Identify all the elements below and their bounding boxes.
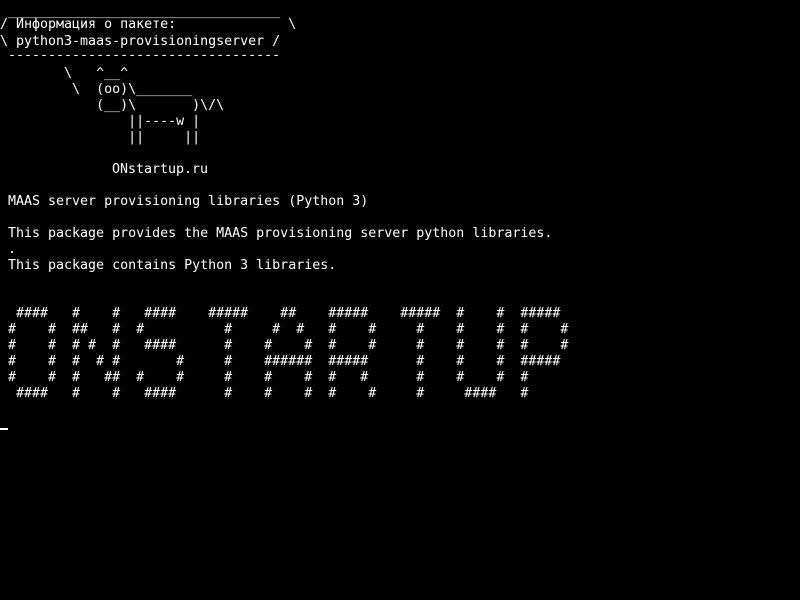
banner-line: #### # # #### # # # # # # #### # [8, 386, 529, 401]
package-description-line: This package provides the MAAS provision… [8, 226, 553, 241]
site-name: ONstartup.ru [112, 162, 209, 177]
cow-art-line: (__)\ )\/\ [0, 98, 225, 113]
banner-line: # # # # # # # ###### ##### # # # ##### [8, 354, 561, 369]
cow-art-line: \ (oo)\_______ [0, 82, 193, 97]
terminal-screen[interactable]: __________________________________ / Инф… [0, 0, 800, 600]
cow-art-line: ||----w | [0, 114, 201, 129]
package-description-line: This package contains Python 3 libraries… [8, 258, 337, 273]
cow-art-line: \ ^__^ [0, 66, 129, 81]
banner-line: #### # # #### ##### ## ##### ##### # # #… [8, 306, 561, 321]
bubble-header-title: / Информация о пакете: \ [0, 17, 297, 32]
banner-line: # # ## # # # # # # # # # # # # [8, 322, 569, 337]
banner-line: # # # ## # # # # # # # # # # # [8, 370, 529, 385]
package-summary: MAAS server provisioning libraries (Pyth… [8, 194, 369, 209]
cow-art-line: || || [0, 130, 201, 145]
text-cursor [0, 428, 8, 430]
package-description-line: . [8, 242, 17, 257]
banner-line: # # # # # #### # # # # # # # # # # [8, 338, 569, 353]
bubble-bottom-border: ---------------------------------- [0, 48, 281, 63]
